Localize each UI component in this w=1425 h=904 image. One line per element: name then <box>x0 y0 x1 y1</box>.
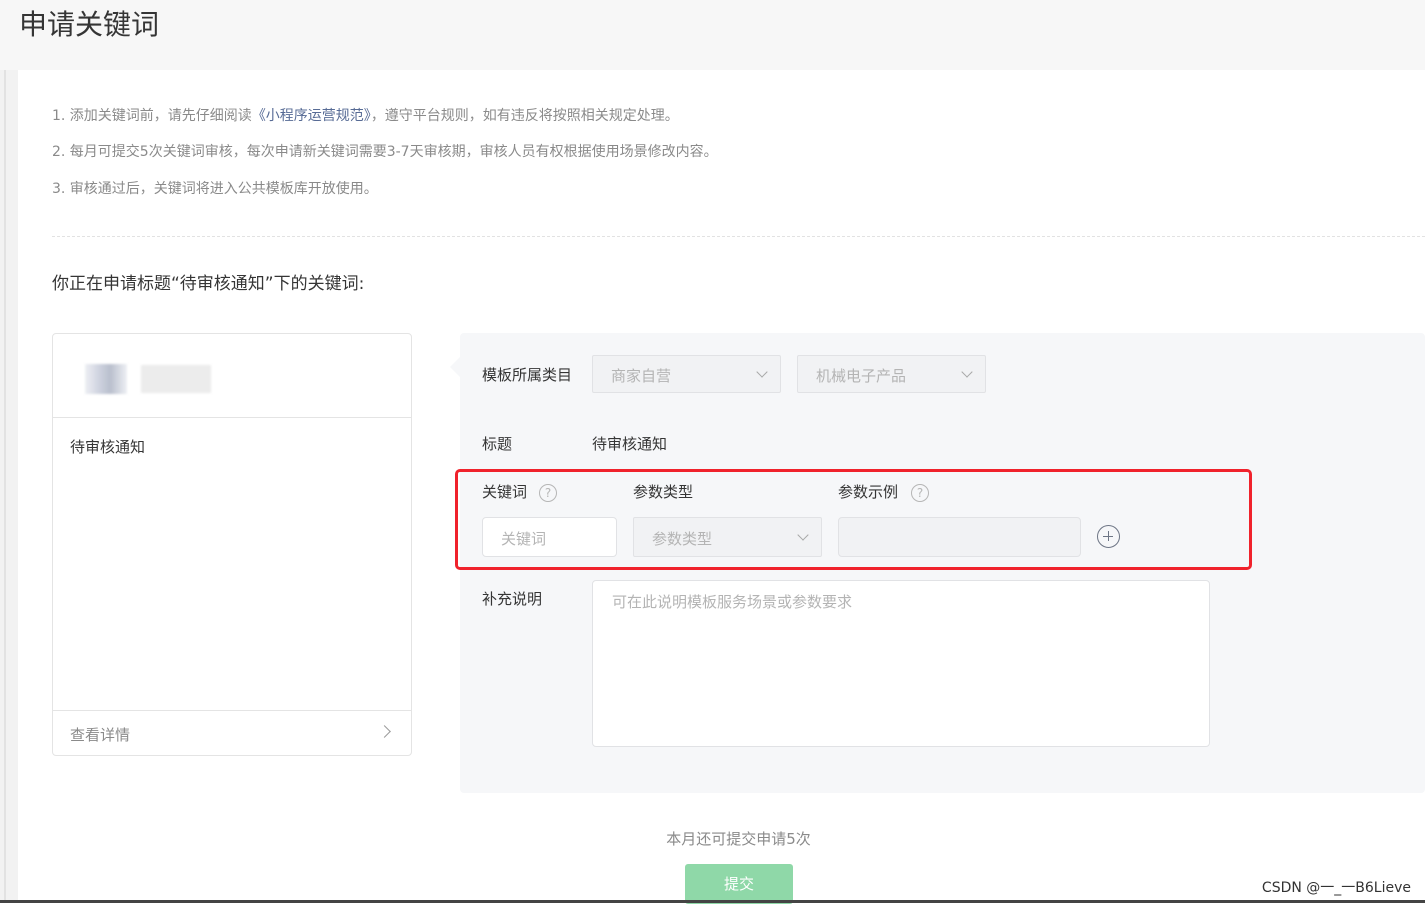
remaining-count: 本月还可提交申请5次 <box>666 830 811 848</box>
view-detail-link[interactable]: 查看详情 <box>53 710 411 756</box>
preview-title: 待审核通知 <box>70 438 146 456</box>
supplement-placeholder: 可在此说明模板服务场景或参数要求 <box>612 593 853 611</box>
category-secondary-value: 机械电子产品 <box>816 367 907 385</box>
category-label: 模板所属类目 <box>482 366 573 384</box>
chevron-down-icon <box>756 366 768 378</box>
title-value: 待审核通知 <box>592 435 668 453</box>
notice-1: 1. 添加关键词前，请先仔细阅读《小程序运营规范》，遵守平台规则，如有违反将按照… <box>52 106 679 126</box>
apply-subtitle: 你正在申请标题“待审核通知”下的关键词: <box>52 274 365 294</box>
blurred-logo <box>85 364 127 394</box>
title-label: 标题 <box>482 435 513 453</box>
submit-button[interactable]: 提交 <box>685 864 793 904</box>
page-title: 申请关键词 <box>19 8 160 41</box>
view-detail-label: 查看详情 <box>70 726 131 744</box>
operation-rules-link[interactable]: 《小程序运营规范》 <box>252 108 371 124</box>
left-sidebar-strip <box>0 70 18 903</box>
highlight-box <box>455 469 1252 570</box>
template-preview-card: 待审核通知 查看详情 <box>52 333 412 756</box>
watermark: CSDN @一_一B6Lieve <box>1261 880 1411 896</box>
category-primary-select[interactable]: 商家自营 <box>592 355 781 393</box>
notice-1-text-after: ，遵守平台规则，如有违反将按照相关规定处理。 <box>370 108 679 124</box>
supplement-label: 补充说明 <box>482 590 543 608</box>
supplement-textarea[interactable]: 可在此说明模板服务场景或参数要求 <box>592 580 1210 747</box>
notice-3: 3. 审核通过后，关键词将进入公共模板库开放使用。 <box>52 181 378 197</box>
blurred-account-name <box>141 365 211 393</box>
chevron-down-icon <box>961 366 973 378</box>
notice-2: 2. 每月可提交5次关键词审核，每次申请新关键词需要3-7天审核期，审核人员有权… <box>52 144 718 160</box>
notice-1-text-before: 1. 添加关键词前，请先仔细阅读 <box>52 108 252 124</box>
page-header <box>0 0 1425 70</box>
preview-card-header <box>53 334 411 418</box>
category-secondary-select[interactable]: 机械电子产品 <box>797 355 986 393</box>
category-primary-value: 商家自营 <box>611 367 672 385</box>
chevron-right-icon <box>378 725 391 738</box>
divider <box>52 236 1425 237</box>
